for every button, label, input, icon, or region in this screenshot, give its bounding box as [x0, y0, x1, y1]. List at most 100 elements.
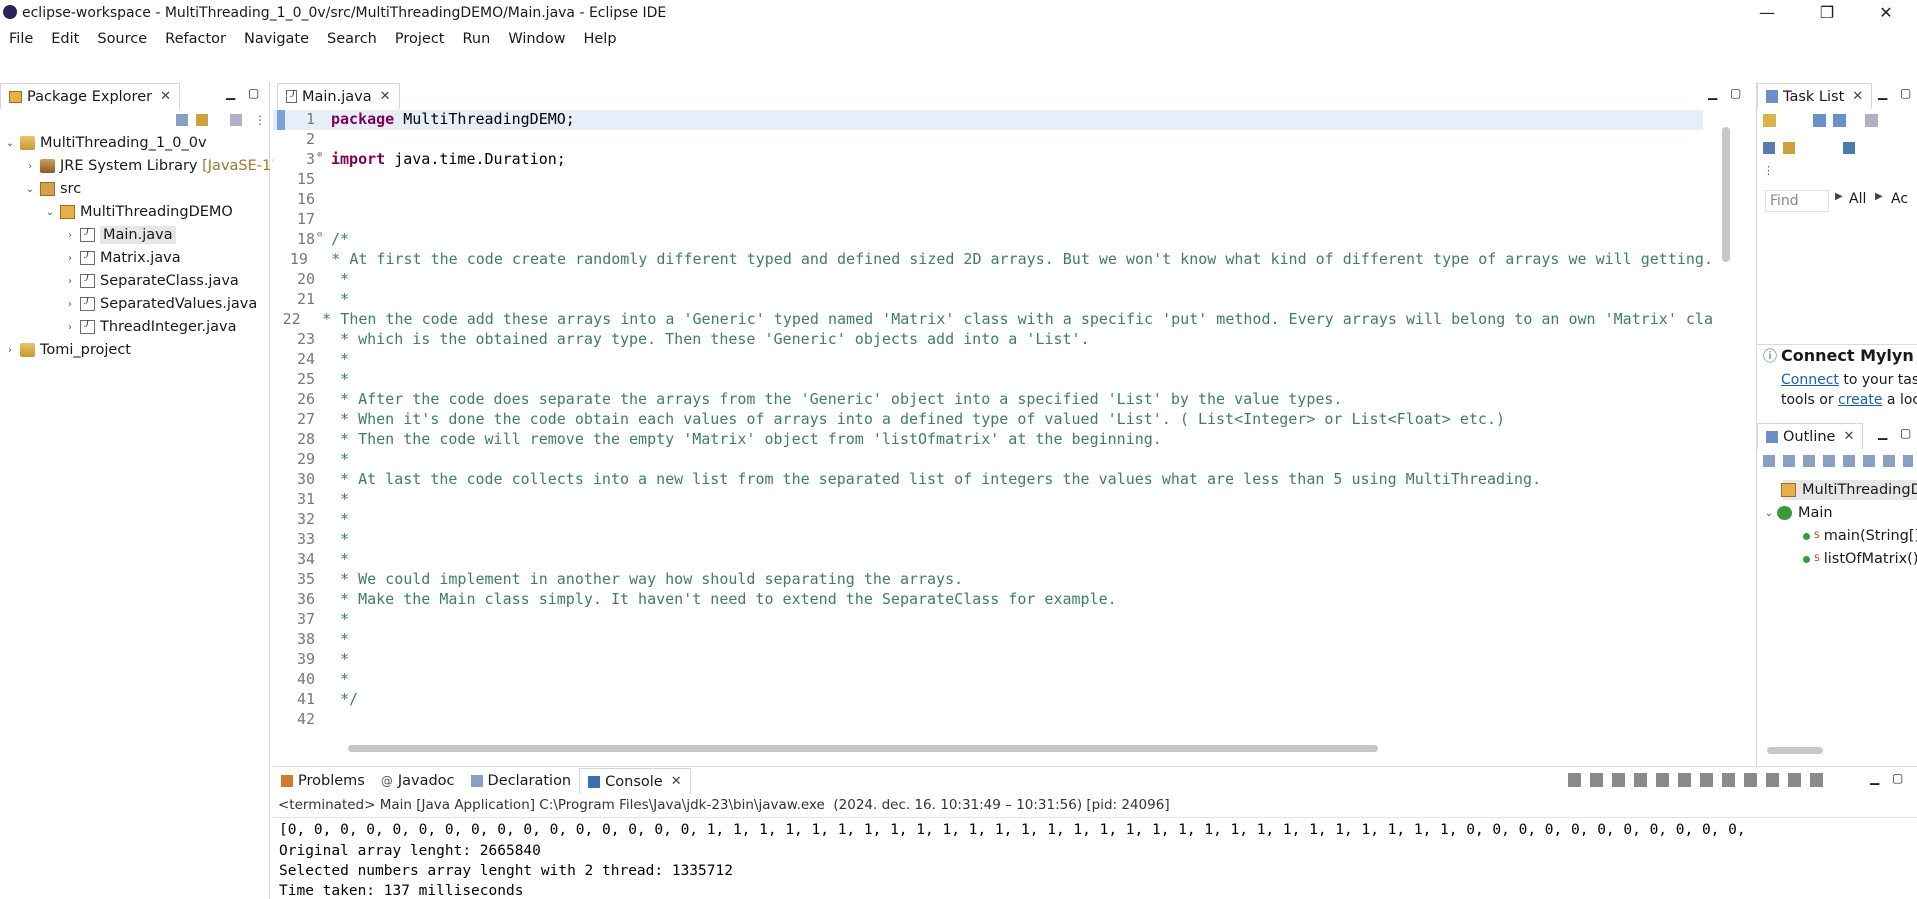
- code-line[interactable]: 34 *: [273, 550, 1713, 570]
- outline-item-main-method[interactable]: Smain(String[]): [1803, 525, 1917, 547]
- menu-search[interactable]: Search: [318, 31, 386, 47]
- fold-marker[interactable]: [317, 650, 327, 670]
- tab-declaration[interactable]: Declaration: [463, 768, 580, 794]
- fold-marker[interactable]: [317, 710, 327, 730]
- maximize-pane-button[interactable]: ▢: [248, 86, 259, 100]
- code-line[interactable]: 26 * After the code does separate the ar…: [273, 390, 1713, 410]
- fold-marker[interactable]: [303, 310, 310, 330]
- code-line[interactable]: 31 *: [273, 490, 1713, 510]
- code-line[interactable]: 24 *: [273, 350, 1713, 370]
- hide-completed-icon[interactable]: [1763, 142, 1775, 154]
- fold-marker[interactable]: [317, 110, 327, 130]
- tab-console[interactable]: Console ✕: [579, 768, 691, 794]
- chevron-right-icon[interactable]: ›: [64, 322, 76, 333]
- code-line[interactable]: 30 * At last the code collects into a ne…: [273, 470, 1713, 490]
- fold-marker[interactable]: [317, 550, 327, 570]
- code-line[interactable]: 2: [273, 130, 1713, 150]
- fold-marker[interactable]: [317, 450, 327, 470]
- fold-marker[interactable]: ⊕: [317, 150, 327, 170]
- code-line[interactable]: 32 *: [273, 510, 1713, 530]
- code-line[interactable]: 23 * which is the obtained array type. T…: [273, 330, 1713, 350]
- tab-javadoc[interactable]: @ Javadoc: [373, 768, 463, 794]
- code-line[interactable]: 18 ⊖/*: [273, 230, 1713, 250]
- menu-window[interactable]: Window: [499, 31, 574, 47]
- close-icon[interactable]: ✕: [380, 89, 391, 104]
- maximize-console-button[interactable]: ▢: [1892, 771, 1903, 785]
- menu-refactor[interactable]: Refactor: [156, 31, 235, 47]
- chevron-right-icon[interactable]: ›: [64, 299, 76, 310]
- link-editor-icon[interactable]: [196, 114, 208, 126]
- task-find-input[interactable]: Find: [1765, 190, 1829, 212]
- code-line[interactable]: 37 *: [273, 610, 1713, 630]
- minimize-pane-button[interactable]: ▁: [226, 86, 235, 100]
- filter-all-link[interactable]: All: [1849, 191, 1866, 207]
- chevron-right-icon[interactable]: ›: [24, 161, 36, 172]
- menu-navigate[interactable]: Navigate: [235, 31, 318, 47]
- close-button[interactable]: ✕: [1858, 0, 1914, 25]
- fold-marker[interactable]: ⊖: [317, 230, 327, 250]
- maximize-outline-button[interactable]: ▢: [1900, 426, 1911, 440]
- console-toolbar[interactable]: [1568, 773, 1828, 787]
- code-line[interactable]: 19 * At first the code create randomly d…: [273, 250, 1713, 270]
- filter-activate-link[interactable]: Ac: [1891, 191, 1908, 207]
- menu-run[interactable]: Run: [454, 31, 500, 47]
- maximize-button[interactable]: ❐: [1799, 0, 1855, 25]
- code-line[interactable]: 16: [273, 190, 1713, 210]
- vertical-scrollbar[interactable]: [1722, 127, 1730, 262]
- code-line[interactable]: 33 *: [273, 530, 1713, 550]
- code-line[interactable]: 36 * Make the Main class simply. It have…: [273, 590, 1713, 610]
- filters-icon[interactable]: [230, 114, 242, 126]
- maximize-tasklist-button[interactable]: ▢: [1900, 86, 1911, 100]
- code-line[interactable]: 17: [273, 210, 1713, 230]
- fold-marker[interactable]: [317, 630, 327, 650]
- menu-help[interactable]: Help: [574, 31, 625, 47]
- code-line[interactable]: 35 * We could implement in another way h…: [273, 570, 1713, 590]
- code-line[interactable]: 28 * Then the code will remove the empty…: [273, 430, 1713, 450]
- fold-marker[interactable]: [317, 330, 327, 350]
- menu-project[interactable]: Project: [386, 31, 454, 47]
- fold-marker[interactable]: [317, 590, 327, 610]
- fold-marker[interactable]: [317, 290, 327, 310]
- code-line[interactable]: 42: [273, 710, 1713, 730]
- code-line[interactable]: 1 package MultiThreadingDEMO;: [273, 110, 1713, 130]
- view-menu-icon[interactable]: ⋮: [254, 113, 266, 127]
- minimize-editor-button[interactable]: ▁: [1708, 86, 1717, 100]
- chevron-right-icon[interactable]: ›: [4, 345, 16, 356]
- horizontal-scrollbar[interactable]: [348, 745, 1378, 752]
- tree-item-package[interactable]: ⌄ MultiThreadingDEMO: [44, 201, 233, 223]
- categorized-icon[interactable]: [1813, 114, 1826, 127]
- minimize-tasklist-button[interactable]: ▁: [1878, 86, 1887, 100]
- fold-marker[interactable]: [317, 530, 327, 550]
- tree-item-matrix-java[interactable]: › Matrix.java: [64, 247, 181, 269]
- connect-link[interactable]: Connect: [1781, 372, 1839, 388]
- tab-problems[interactable]: Problems: [273, 768, 373, 794]
- minimize-console-button[interactable]: ▁: [1870, 771, 1879, 785]
- outline-item-listofmatrix[interactable]: SlistOfMatrix(): [1803, 548, 1917, 570]
- close-icon[interactable]: ✕: [671, 774, 682, 789]
- close-icon[interactable]: ✕: [160, 89, 171, 104]
- menu-edit[interactable]: Edit: [42, 31, 88, 47]
- fold-marker[interactable]: [317, 510, 327, 530]
- fold-marker[interactable]: [317, 210, 327, 230]
- fold-marker[interactable]: [317, 270, 327, 290]
- code-line[interactable]: 29 *: [273, 450, 1713, 470]
- fold-marker[interactable]: [317, 690, 327, 710]
- close-icon[interactable]: ✕: [1852, 89, 1863, 104]
- fold-marker[interactable]: [317, 470, 327, 490]
- tab-main-java[interactable]: Main.java ✕: [277, 83, 400, 109]
- chevron-right-icon[interactable]: ›: [64, 253, 76, 264]
- fold-marker[interactable]: [317, 570, 327, 590]
- close-icon[interactable]: ✕: [1843, 429, 1854, 444]
- fold-marker[interactable]: [317, 670, 327, 690]
- tab-package-explorer[interactable]: Package Explorer ✕: [0, 83, 180, 109]
- fold-marker[interactable]: [317, 170, 327, 190]
- collapse-tasks-icon[interactable]: [1783, 142, 1795, 154]
- chevron-right-icon[interactable]: ›: [64, 230, 76, 241]
- fold-marker[interactable]: [317, 490, 327, 510]
- focus-icon[interactable]: [1865, 114, 1878, 127]
- outline-item-main-class[interactable]: ⌄ Main: [1763, 502, 1833, 524]
- chevron-down-icon[interactable]: ⌄: [1763, 508, 1775, 519]
- menu-source[interactable]: Source: [88, 31, 156, 47]
- view-menu-icon[interactable]: ⋮: [1763, 164, 1774, 177]
- code-line[interactable]: 27 * When it's done the code obtain each…: [273, 410, 1713, 430]
